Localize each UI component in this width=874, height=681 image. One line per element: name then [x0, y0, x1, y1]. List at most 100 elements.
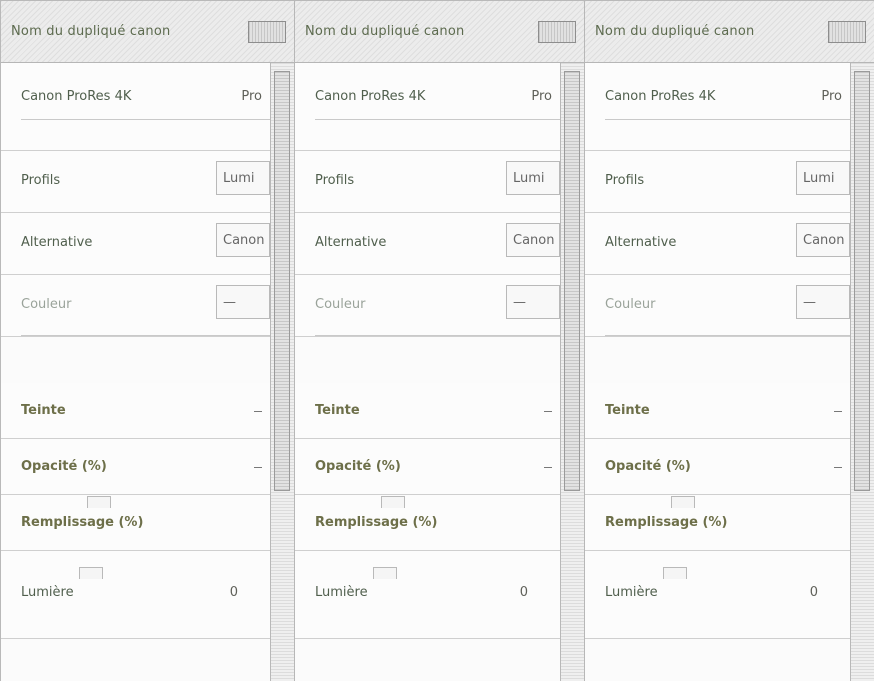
panel-title: Nom du dupliqué canon [595, 24, 755, 39]
hue-label: Teinte [605, 403, 650, 418]
light-label: Lumière [21, 585, 74, 600]
colour-row[interactable]: Couleur — [1, 275, 270, 337]
scroll-thumb[interactable] [564, 71, 580, 491]
alternative-row[interactable]: Alternative Canon [585, 213, 850, 275]
panel-content: Canon ProRes 4K Pro Profils Lumi Alterna… [295, 63, 560, 681]
hue-dash [544, 411, 552, 412]
panel-header: Nom du dupliqué canon [295, 1, 584, 63]
panel-scrollbar[interactable] [270, 63, 294, 681]
scroll-thumb[interactable] [854, 71, 870, 491]
light-tab-marker [663, 567, 687, 579]
alternative-row[interactable]: Alternative Canon [295, 213, 560, 275]
light-row[interactable]: Lumière 0 [295, 551, 560, 639]
panel-columns: Nom du dupliqué canon Canon ProRes 4K Pr… [1, 1, 874, 681]
fill-row[interactable]: Remplissage (%) [295, 495, 560, 551]
alternative-value-box[interactable]: Canon [796, 223, 850, 257]
opacity-label: Opacité (%) [315, 459, 401, 474]
current-value-short: Pro [531, 89, 552, 104]
opacity-row[interactable]: Opacité (%) [295, 439, 560, 495]
row-divider [21, 119, 270, 120]
hue-row[interactable]: Teinte [585, 383, 850, 439]
colour-value-box[interactable]: — [216, 285, 270, 319]
profile-row[interactable]: Profils Lumi [295, 151, 560, 213]
panel-header: Nom du dupliqué canon [585, 1, 874, 63]
row-divider [605, 119, 850, 120]
hue-label: Teinte [21, 403, 66, 418]
current-value-row[interactable]: Canon ProRes 4K Pro [295, 63, 560, 151]
light-tab-marker [373, 567, 397, 579]
colour-value-box[interactable]: — [506, 285, 560, 319]
alternative-label: Alternative [21, 235, 93, 250]
profile-row[interactable]: Profils Lumi [585, 151, 850, 213]
fill-row[interactable]: Remplissage (%) [1, 495, 270, 551]
light-label: Lumière [605, 585, 658, 600]
scroll-thumb[interactable] [274, 71, 290, 491]
panel-header-control[interactable] [248, 20, 286, 43]
app-window: Nom du dupliqué canon Canon ProRes 4K Pr… [0, 0, 874, 681]
fill-label: Remplissage (%) [315, 515, 438, 530]
section-divider [605, 335, 850, 336]
fill-tab-marker [671, 496, 695, 508]
hue-dash [834, 411, 842, 412]
alternative-value-box[interactable]: Canon [216, 223, 270, 257]
section-divider [21, 335, 270, 336]
alternative-label: Alternative [605, 235, 677, 250]
panel-scrollbar[interactable] [560, 63, 584, 681]
fill-label: Remplissage (%) [21, 515, 144, 530]
light-value: 0 [229, 585, 238, 600]
panel-header: Nom du dupliqué canon [1, 1, 294, 63]
panel-title: Nom du dupliqué canon [11, 24, 171, 39]
fill-tab-marker [381, 496, 405, 508]
profile-label: Profils [605, 173, 645, 188]
settings-panel-2: Nom du dupliqué canon Canon ProRes 4K Pr… [295, 1, 585, 681]
opacity-row[interactable]: Opacité (%) [585, 439, 850, 495]
light-label: Lumière [315, 585, 368, 600]
hue-label: Teinte [315, 403, 360, 418]
opacity-dash [834, 467, 842, 468]
colour-label: Couleur [21, 297, 72, 312]
light-row[interactable]: Lumière 0 [585, 551, 850, 639]
profile-value-box[interactable]: Lumi [506, 161, 560, 195]
profile-value-box[interactable]: Lumi [216, 161, 270, 195]
profile-label: Profils [21, 173, 61, 188]
current-value-label: Canon ProRes 4K [21, 89, 132, 104]
fill-label: Remplissage (%) [605, 515, 728, 530]
colour-label: Couleur [315, 297, 366, 312]
fill-row[interactable]: Remplissage (%) [585, 495, 850, 551]
opacity-dash [254, 467, 262, 468]
light-row[interactable]: Lumière 0 [1, 551, 270, 639]
current-value-row[interactable]: Canon ProRes 4K Pro [585, 63, 850, 151]
opacity-dash [544, 467, 552, 468]
colour-row[interactable]: Couleur — [295, 275, 560, 337]
panel-header-control[interactable] [538, 20, 576, 43]
profile-row[interactable]: Profils Lumi [1, 151, 270, 213]
current-value-row[interactable]: Canon ProRes 4K Pro [1, 63, 270, 151]
light-tab-marker [79, 567, 103, 579]
hue-row[interactable]: Teinte [295, 383, 560, 439]
current-value-short: Pro [241, 89, 262, 104]
panel-title: Nom du dupliqué canon [305, 24, 465, 39]
colour-row[interactable]: Couleur — [585, 275, 850, 337]
panel-scrollbar[interactable] [850, 63, 874, 681]
section-divider [315, 335, 560, 336]
light-value: 0 [809, 585, 818, 600]
colour-label: Couleur [605, 297, 656, 312]
current-value-label: Canon ProRes 4K [315, 89, 426, 104]
current-value-label: Canon ProRes 4K [605, 89, 716, 104]
panel-content: Canon ProRes 4K Pro Profils Lumi Alterna… [585, 63, 850, 681]
opacity-label: Opacité (%) [605, 459, 691, 474]
panel-content: Canon ProRes 4K Pro Profils Lumi Alterna… [1, 63, 270, 681]
hue-dash [254, 411, 262, 412]
alternative-value-box[interactable]: Canon [506, 223, 560, 257]
alternative-row[interactable]: Alternative Canon [1, 213, 270, 275]
light-value: 0 [519, 585, 528, 600]
colour-value-box[interactable]: — [796, 285, 850, 319]
opacity-row[interactable]: Opacité (%) [1, 439, 270, 495]
hue-row[interactable]: Teinte [1, 383, 270, 439]
profile-value-box[interactable]: Lumi [796, 161, 850, 195]
row-divider [315, 119, 560, 120]
panel-header-control[interactable] [828, 20, 866, 43]
settings-panel-1: Nom du dupliqué canon Canon ProRes 4K Pr… [1, 1, 295, 681]
alternative-label: Alternative [315, 235, 387, 250]
settings-panel-3: Nom du dupliqué canon Canon ProRes 4K Pr… [585, 1, 874, 681]
